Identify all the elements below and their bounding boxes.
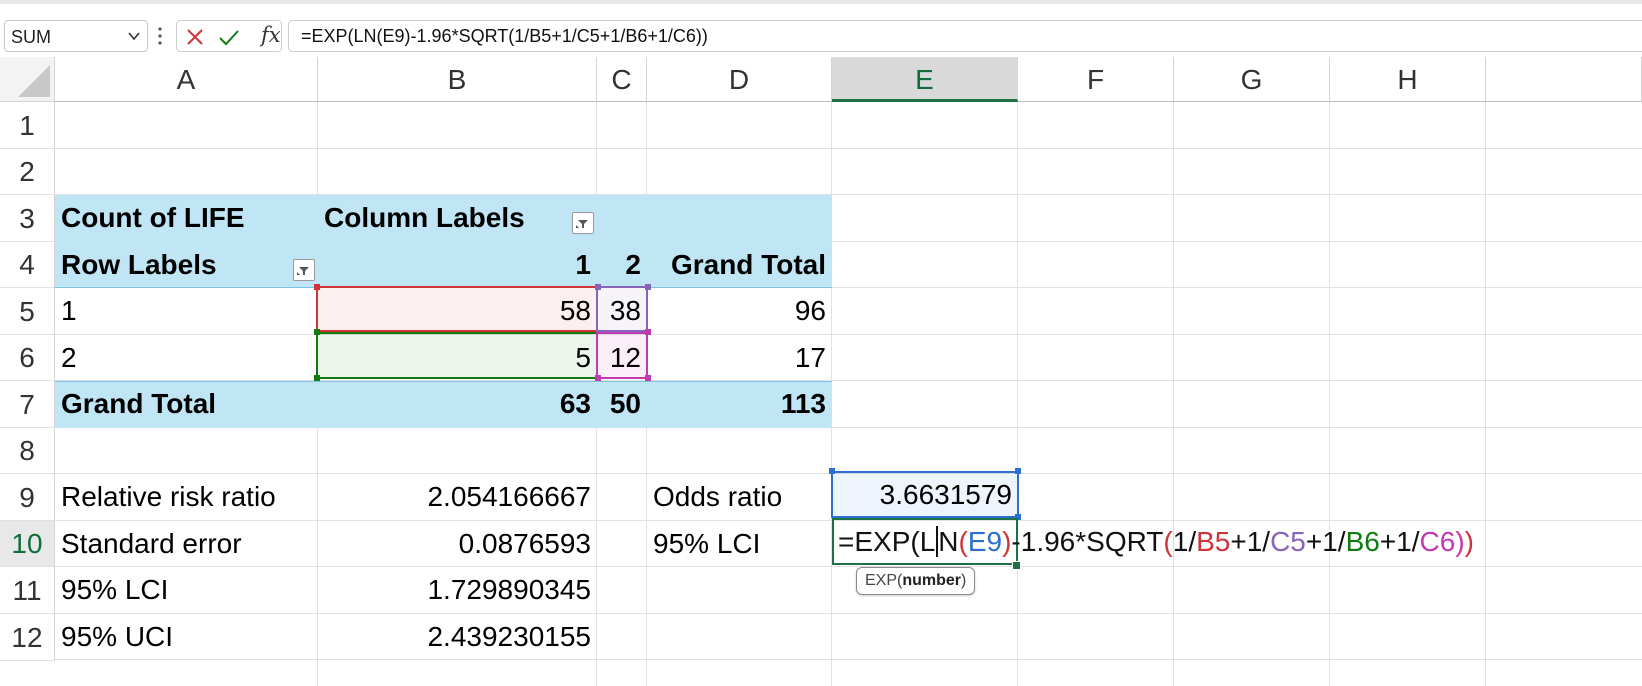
row-header-8[interactable]: 8: [0, 428, 55, 474]
cell-c6[interactable]: 12: [597, 335, 647, 381]
row-header-10[interactable]: 10: [0, 521, 55, 567]
select-all-icon: [18, 65, 50, 97]
formula-part: =EXP(L: [838, 526, 936, 557]
row-header-12[interactable]: 12: [0, 614, 55, 661]
cell-b10[interactable]: 0.0876593: [318, 521, 597, 567]
row-filter-button[interactable]: [293, 259, 315, 281]
formula-paren: (: [958, 526, 968, 557]
cell-a7[interactable]: Grand Total: [55, 381, 318, 428]
insert-function-button[interactable]: fx: [261, 23, 281, 47]
cell-d7[interactable]: 113: [647, 381, 832, 428]
cell-d6[interactable]: 17: [647, 335, 832, 381]
tooltip-function: EXP(: [865, 572, 903, 589]
ref-c6: C6: [1419, 526, 1456, 557]
cell-d10[interactable]: 95% LCI: [647, 521, 832, 567]
formula-paren: (: [1163, 526, 1173, 557]
cell-e9[interactable]: 3.6631579: [832, 472, 1018, 518]
cell-e10-editor[interactable]: =EXP(L N(E9)-1.96*SQRT(1/B5+1/C5+1/B6+1/C…: [838, 518, 1474, 565]
formula-paren: ): [1464, 526, 1474, 557]
column-header-g[interactable]: G: [1174, 57, 1330, 102]
chevron-down-icon[interactable]: [127, 29, 141, 43]
cancel-icon[interactable]: [183, 25, 207, 49]
ref-b5: B5: [1196, 526, 1231, 557]
check-icon[interactable]: [217, 25, 241, 49]
cell-d5[interactable]: 96: [647, 288, 832, 335]
ref-e9: E9: [967, 526, 1003, 557]
formula-actions: fx: [176, 20, 282, 52]
filter-icon: [297, 267, 309, 275]
row-header-11[interactable]: 11: [0, 567, 55, 614]
cell-a11[interactable]: 95% LCI: [55, 567, 318, 614]
row-header-5[interactable]: 5: [0, 288, 55, 335]
ref-b6: B6: [1345, 526, 1380, 557]
formula-part: +1/: [1379, 526, 1420, 557]
cell-c4[interactable]: 2: [597, 242, 647, 288]
cell-d9[interactable]: Odds ratio: [647, 474, 832, 521]
column-header-e[interactable]: E: [832, 57, 1018, 102]
row-header-3[interactable]: 3: [0, 195, 55, 242]
row-header-1[interactable]: 1: [0, 102, 55, 149]
column-header-f[interactable]: F: [1018, 57, 1174, 102]
cell-b6[interactable]: 5: [318, 335, 597, 381]
cell-b12[interactable]: 2.439230155: [318, 614, 597, 661]
cell-c7[interactable]: 50: [597, 381, 647, 428]
tooltip-close-paren: ): [961, 572, 967, 589]
cell-b5[interactable]: 58: [318, 288, 597, 335]
cell-b11[interactable]: 1.729890345: [318, 567, 597, 614]
formula-input[interactable]: =EXP(LN(E9)-1.96*SQRT(1/B5+1/C5+1/B6+1/C…: [288, 20, 1642, 52]
cell-b4[interactable]: 1: [318, 242, 597, 288]
column-header-b[interactable]: B: [318, 57, 597, 102]
cell-a5[interactable]: 1: [55, 288, 318, 335]
formula-part: 1/: [1172, 526, 1197, 557]
name-box[interactable]: SUM: [4, 20, 148, 52]
column-header-c[interactable]: C: [597, 57, 647, 102]
formula-toolbar: SUM fx =EXP(LN(E9)-1.96*SQRT(1/B5+1/C5+1…: [0, 0, 1642, 57]
cell-a12[interactable]: 95% UCI: [55, 614, 318, 661]
row-header-7[interactable]: 7: [0, 381, 55, 428]
column-header-d[interactable]: D: [647, 57, 832, 102]
cell-a4[interactable]: Row Labels: [55, 242, 318, 288]
column-header-a[interactable]: A: [55, 57, 318, 102]
select-all-corner[interactable]: [0, 57, 55, 102]
column-filter-button[interactable]: [572, 212, 594, 234]
cell-a3[interactable]: Count of LIFE: [55, 195, 318, 242]
row-header-6[interactable]: 6: [0, 335, 55, 381]
filter-icon: [576, 220, 588, 228]
function-tooltip[interactable]: EXP(number): [856, 567, 976, 595]
name-box-value: SUM: [11, 27, 51, 47]
more-options-icon[interactable]: [156, 24, 164, 48]
formula-text: =EXP(LN(E9)-1.96*SQRT(1/B5+1/C5+1/B6+1/C…: [301, 26, 708, 46]
cell-a10[interactable]: Standard error: [55, 521, 318, 567]
row-header-9[interactable]: 9: [0, 474, 55, 521]
cell-a9[interactable]: Relative risk ratio: [55, 474, 318, 521]
column-header-h[interactable]: H: [1330, 57, 1486, 102]
column-header-i[interactable]: I: [1486, 57, 1642, 102]
formula-part: +1/: [1230, 526, 1271, 557]
cell-c5[interactable]: 38: [597, 288, 647, 335]
cell-b9[interactable]: 2.054166667: [318, 474, 597, 521]
cell-b3[interactable]: Column Labels: [318, 195, 597, 242]
cell-b7[interactable]: 63: [318, 381, 597, 428]
cell-a6[interactable]: 2: [55, 335, 318, 381]
formula-part: +1/: [1305, 526, 1346, 557]
ref-c5: C5: [1270, 526, 1306, 557]
cell-d4[interactable]: Grand Total: [647, 242, 832, 288]
formula-part: -1.96*SQRT: [1011, 526, 1164, 557]
row-header-4[interactable]: 4: [0, 242, 55, 288]
row-header-2[interactable]: 2: [0, 149, 55, 195]
formula-part: N: [938, 526, 959, 557]
formula-paren: ): [1455, 526, 1465, 557]
tooltip-argument[interactable]: number: [902, 572, 961, 589]
